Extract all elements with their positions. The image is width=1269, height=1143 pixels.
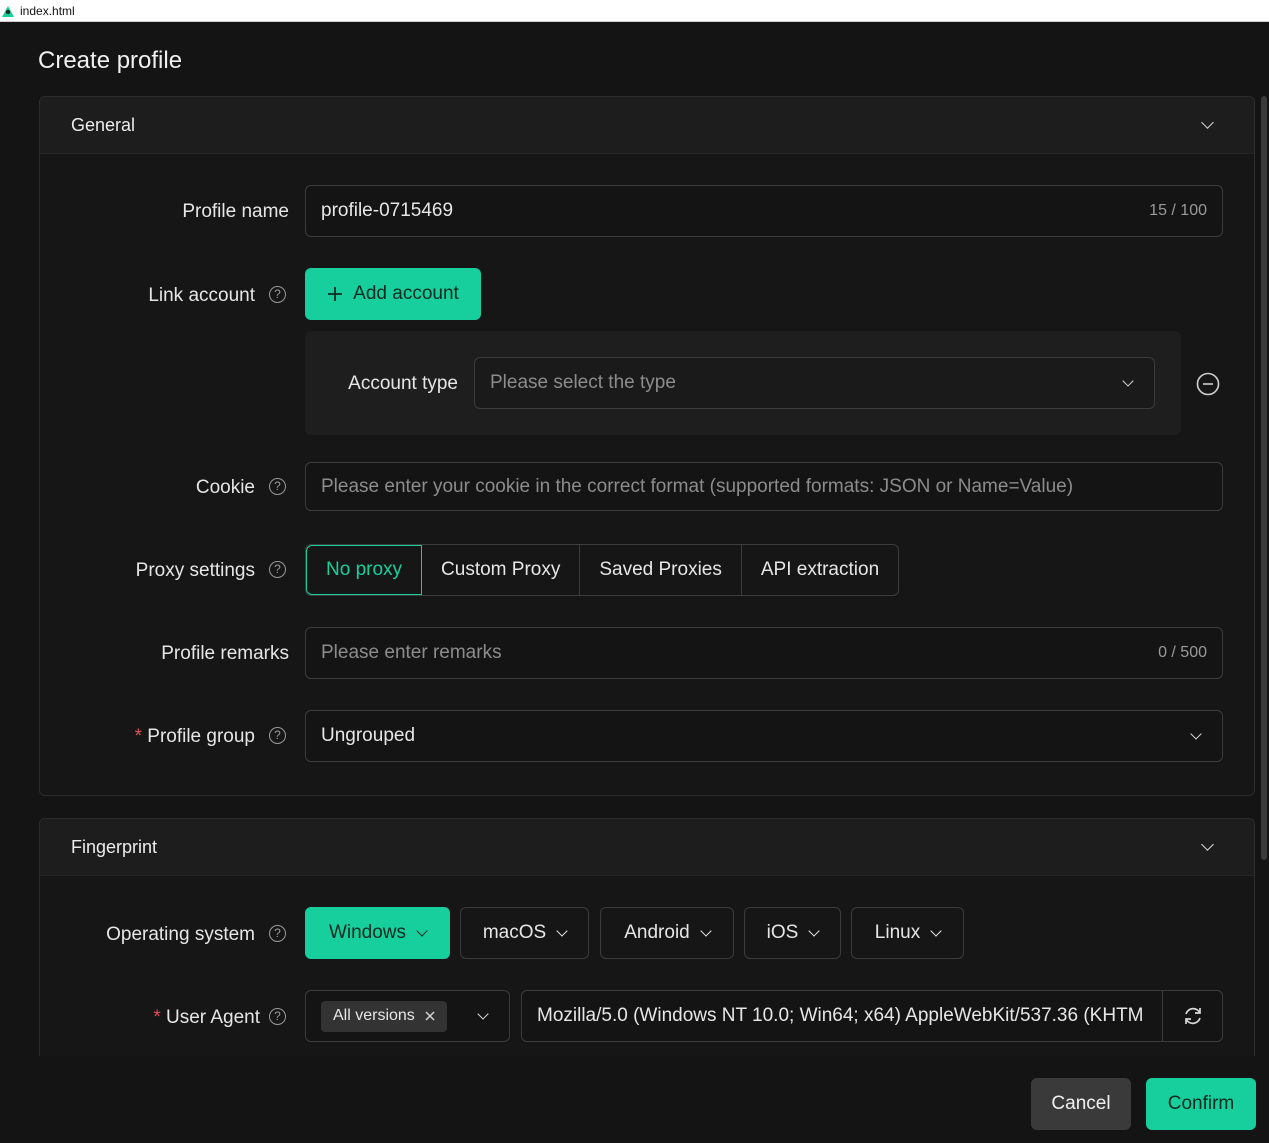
- profile-name-label: Profile name: [182, 201, 289, 222]
- plus-icon: [328, 287, 343, 301]
- link-account-label: Link account: [148, 285, 255, 306]
- scrollbar-thumb[interactable]: [1261, 96, 1267, 860]
- version-tag: All versions: [321, 1000, 447, 1032]
- user-agent-label-text: User Agent: [166, 1007, 260, 1028]
- add-account-label: Add account: [353, 283, 459, 304]
- cookie-input[interactable]: Please enter your cookie in the correct …: [305, 462, 1223, 511]
- os-option-ios-label: iOS: [766, 922, 799, 943]
- proxy-option-no-proxy[interactable]: No proxy: [306, 545, 423, 595]
- os-option-ios[interactable]: iOS: [744, 907, 841, 959]
- user-agent-value: Mozilla/5.0 (Windows NT 10.0; Win64; x64…: [537, 1005, 1144, 1026]
- profile-name-value: profile-0715469: [321, 200, 454, 221]
- dialog-title: Create profile: [38, 47, 183, 74]
- refresh-icon: [1184, 1007, 1201, 1025]
- app-icon: [1, 4, 15, 18]
- user-agent-label: * User Agent: [140, 1007, 260, 1029]
- chevron-down-icon: [556, 924, 568, 937]
- help-icon[interactable]: ?: [269, 925, 286, 942]
- fingerprint-heading: Fingerprint: [71, 836, 158, 857]
- proxy-option-api-extraction[interactable]: API extraction: [742, 545, 898, 595]
- profile-name-counter: 15 / 100: [1149, 202, 1207, 219]
- general-panel-header[interactable]: General: [40, 97, 1254, 154]
- cancel-button[interactable]: Cancel: [1031, 1078, 1131, 1130]
- chevron-down-icon: [930, 924, 942, 937]
- proxy-segmented-control: No proxy Custom Proxy Saved Proxies API …: [305, 544, 900, 596]
- os-option-android[interactable]: Android: [600, 907, 734, 959]
- chevron-down-icon: [808, 924, 821, 937]
- version-tag-label: All versions: [333, 1007, 415, 1024]
- add-account-button[interactable]: Add account: [305, 268, 481, 320]
- os-option-linux-label: Linux: [874, 922, 921, 943]
- profile-group-label: * Profile group: [120, 726, 255, 748]
- os-option-macos[interactable]: macOS: [460, 907, 589, 959]
- proxy-option-custom-proxy[interactable]: Custom Proxy: [422, 545, 581, 595]
- cookie-placeholder: Please enter your cookie in the correct …: [321, 475, 1074, 497]
- chevron-down-icon: [1201, 838, 1214, 851]
- refresh-user-agent-button[interactable]: [1162, 990, 1223, 1042]
- proxy-settings-label: Proxy settings: [135, 560, 255, 581]
- account-type-select[interactable]: Please select the type: [474, 357, 1155, 409]
- confirm-button[interactable]: Confirm: [1146, 1078, 1256, 1130]
- chevron-down-icon: [416, 924, 428, 937]
- general-heading: General: [71, 114, 136, 135]
- account-type-placeholder: Please select the type: [490, 372, 676, 393]
- os-option-macos-label: macOS: [482, 922, 547, 943]
- account-type-label: Account type: [348, 373, 458, 394]
- user-agent-input[interactable]: Mozilla/5.0 (Windows NT 10.0; Win64; x64…: [521, 990, 1223, 1042]
- profile-remarks-input[interactable]: Please enter remarks 0 / 500: [305, 627, 1223, 679]
- profile-group-select[interactable]: Ungrouped: [305, 710, 1223, 762]
- profile-group-value: Ungrouped: [321, 725, 416, 746]
- os-option-windows-label: Windows: [328, 922, 407, 943]
- profile-remarks-placeholder: Please enter remarks: [321, 642, 502, 663]
- required-mark: *: [153, 1007, 161, 1028]
- help-icon[interactable]: ?: [269, 561, 286, 578]
- chevron-down-icon: [1201, 116, 1214, 129]
- chevron-down-icon: [477, 1007, 489, 1020]
- help-icon[interactable]: ?: [269, 286, 286, 303]
- profile-name-input[interactable]: profile-0715469 15 / 100: [305, 185, 1223, 237]
- profile-remarks-label: Profile remarks: [161, 643, 289, 664]
- cookie-label: Cookie: [195, 477, 255, 498]
- proxy-option-saved-proxies[interactable]: Saved Proxies: [580, 545, 742, 595]
- required-mark: *: [134, 726, 142, 747]
- os-option-windows[interactable]: Windows: [305, 907, 450, 959]
- help-icon[interactable]: ?: [269, 1008, 286, 1025]
- profile-remarks-counter: 0 / 500: [1158, 644, 1207, 661]
- chevron-down-icon: [1190, 727, 1202, 740]
- window-title: index.html: [20, 3, 75, 18]
- help-icon[interactable]: ?: [269, 727, 286, 744]
- os-option-linux[interactable]: Linux: [851, 907, 964, 959]
- profile-group-label-text: Profile group: [147, 726, 255, 747]
- create-profile-dialog: Create profile General Profile name prof…: [0, 23, 1269, 1143]
- user-agent-version-select[interactable]: All versions: [305, 990, 510, 1042]
- fingerprint-panel-header[interactable]: Fingerprint: [40, 819, 1254, 876]
- os-option-android-label: Android: [624, 922, 690, 943]
- close-icon[interactable]: [425, 1011, 435, 1021]
- chevron-down-icon: [1122, 374, 1134, 387]
- chevron-down-icon: [700, 924, 712, 937]
- operating-system-label: Operating system: [106, 924, 255, 945]
- help-icon[interactable]: ?: [269, 478, 286, 495]
- window-titlebar: index.html: [0, 0, 1269, 22]
- remove-circle-icon[interactable]: [1196, 372, 1220, 401]
